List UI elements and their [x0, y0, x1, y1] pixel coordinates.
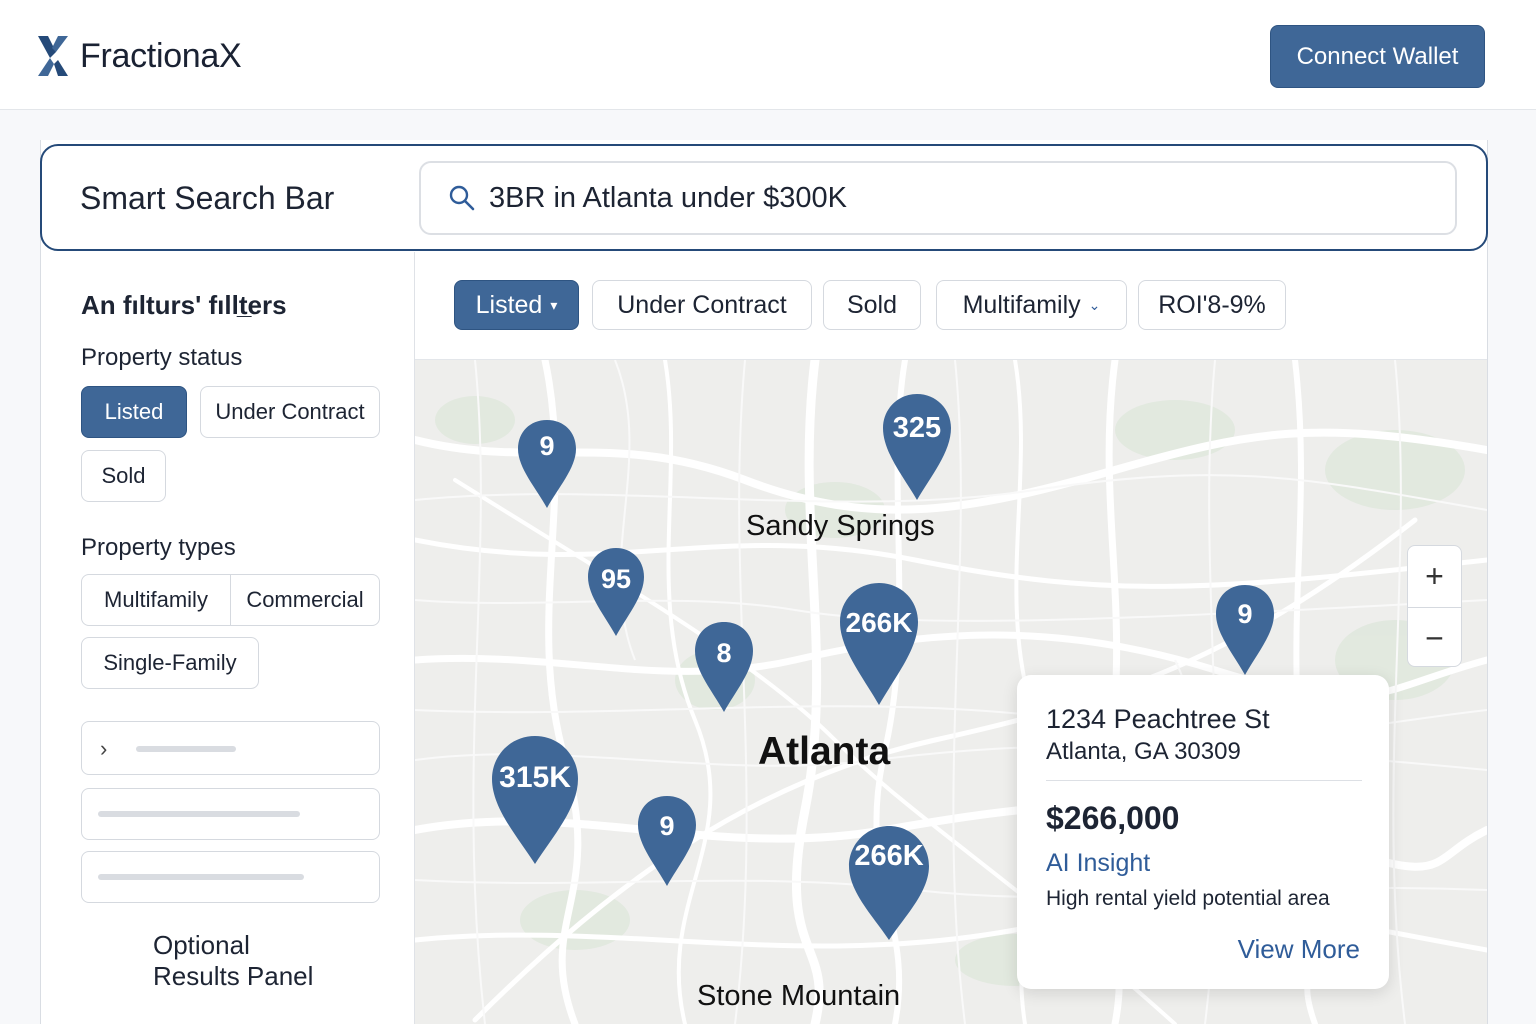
placeholder-field[interactable] [81, 851, 380, 903]
property-types-label: Property types [81, 534, 236, 561]
popup-ai-insight-label: AI Insight [1046, 849, 1151, 877]
map-pin[interactable]: 266K [847, 824, 931, 942]
map-label-sandy-springs: Sandy Springs [746, 510, 935, 542]
placeholder-line [98, 874, 304, 880]
map-pin[interactable]: 9 [1214, 583, 1276, 677]
property-map[interactable]: Sandy Springs Atlanta Stone Mountain 9 3… [415, 360, 1487, 1024]
map-pin[interactable]: 95 [586, 546, 646, 638]
placeholder-line [136, 746, 236, 752]
map-pin[interactable]: 9 [516, 418, 578, 510]
property-popup-card: 1234 Peachtree St Atlanta, GA 30309 $266… [1017, 675, 1389, 989]
map-label-atlanta: Atlanta [758, 730, 891, 773]
collapsed-filter-group[interactable]: › [81, 721, 380, 775]
status-chip-listed[interactable]: Listed [81, 386, 187, 438]
type-option-multifamily[interactable]: Multifamily [82, 575, 230, 625]
optional-panel-line2: Results Panel [153, 961, 314, 991]
filter-chip-multifamily[interactable]: Multifamily ⌄ [936, 280, 1127, 330]
filter-chip-roi[interactable]: ROI'8-9% [1138, 280, 1286, 330]
optional-results-panel: Optional Results Panel [153, 930, 313, 992]
filter-chip-row: Listed ▾ Under Contract Sold Multifamily ⌄… [415, 252, 1487, 360]
filters-sidebar: An fılturs' fıllt̲ers Property status Li… [41, 252, 415, 1024]
filter-chip-label: Listed [475, 290, 543, 319]
search-query-text: 3BR in Atlanta under $300K [489, 181, 847, 214]
map-pin[interactable]: 9 [636, 794, 698, 888]
popup-price: $266,000 [1046, 800, 1180, 836]
smart-search-card: Smart Search Bar 3BR in Atlanta under $3… [40, 144, 1488, 251]
map-pin[interactable]: 325 [881, 392, 953, 502]
map-pin-label: 8 [716, 638, 732, 668]
filter-chip-listed[interactable]: Listed ▾ [454, 280, 579, 330]
map-pin-label: 9 [539, 431, 555, 461]
chevron-down-icon: ⌄ [1088, 296, 1101, 313]
property-type-segment: Multifamily Commercial [81, 574, 380, 626]
search-icon [449, 185, 475, 211]
map-pin-icon [840, 583, 918, 705]
status-chip-under-contract[interactable]: Under Contract [200, 386, 380, 438]
popup-ai-insight-text: High rental yield potential area [1046, 887, 1330, 910]
type-option-single-family[interactable]: Single-Family [81, 637, 259, 689]
placeholder-field[interactable] [81, 788, 380, 840]
zoom-in-button[interactable]: + [1408, 546, 1461, 607]
optional-panel-line1: Optional [153, 930, 250, 960]
brand-logo[interactable]: FractionaX [36, 34, 242, 78]
property-status-label: Property status [81, 344, 243, 371]
popup-address-line2: Atlanta, GA 30309 [1046, 738, 1241, 765]
map-pin-label: 325 [892, 412, 942, 444]
filter-chip-sold[interactable]: Sold [823, 280, 921, 330]
map-pin[interactable]: 315K [490, 734, 580, 866]
brand-name: FractionaX [80, 36, 242, 75]
search-title: Smart Search Bar [80, 180, 335, 216]
map-pin-label: 266K [845, 607, 913, 638]
placeholder-line [98, 811, 300, 817]
zoom-controls: + − [1407, 545, 1462, 667]
caret-down-icon: ▾ [550, 296, 558, 313]
status-chip-sold[interactable]: Sold [81, 450, 166, 502]
map-pin-label: 315K [499, 761, 571, 794]
map-pin-label: 95 [600, 564, 632, 594]
map-pin-icon [1216, 585, 1274, 675]
map-pin-label: 9 [1237, 599, 1253, 629]
map-pin-label: 266K [854, 840, 924, 872]
chevron-right-icon: › [100, 736, 108, 761]
map-pin[interactable]: 266K [838, 581, 920, 707]
view-more-link[interactable]: View More [1238, 934, 1360, 965]
map-label-stone-mountain: Stone Mountain [697, 980, 901, 1012]
zoom-out-button[interactable]: − [1408, 607, 1461, 668]
fractionax-logo-icon [38, 36, 68, 76]
filter-chip-under-contract[interactable]: Under Contract [592, 280, 812, 330]
map-pin-icon [492, 736, 578, 864]
connect-wallet-button[interactable]: Connect Wallet [1270, 25, 1485, 88]
search-input[interactable]: 3BR in Atlanta under $300K [419, 161, 1457, 235]
filter-chip-label: Multifamily [962, 290, 1081, 319]
map-pin-icon [883, 394, 951, 500]
sidebar-heading: An fılturs' fıllt̲ers [81, 290, 287, 320]
map-pin[interactable]: 8 [693, 620, 755, 714]
top-nav-bar: FractionaX Connect Wallet [0, 0, 1536, 110]
type-option-commercial[interactable]: Commercial [230, 575, 379, 625]
map-pin-label: 9 [659, 811, 675, 841]
popup-divider [1046, 780, 1362, 781]
popup-address-line1: 1234 Peachtree St [1046, 704, 1270, 734]
